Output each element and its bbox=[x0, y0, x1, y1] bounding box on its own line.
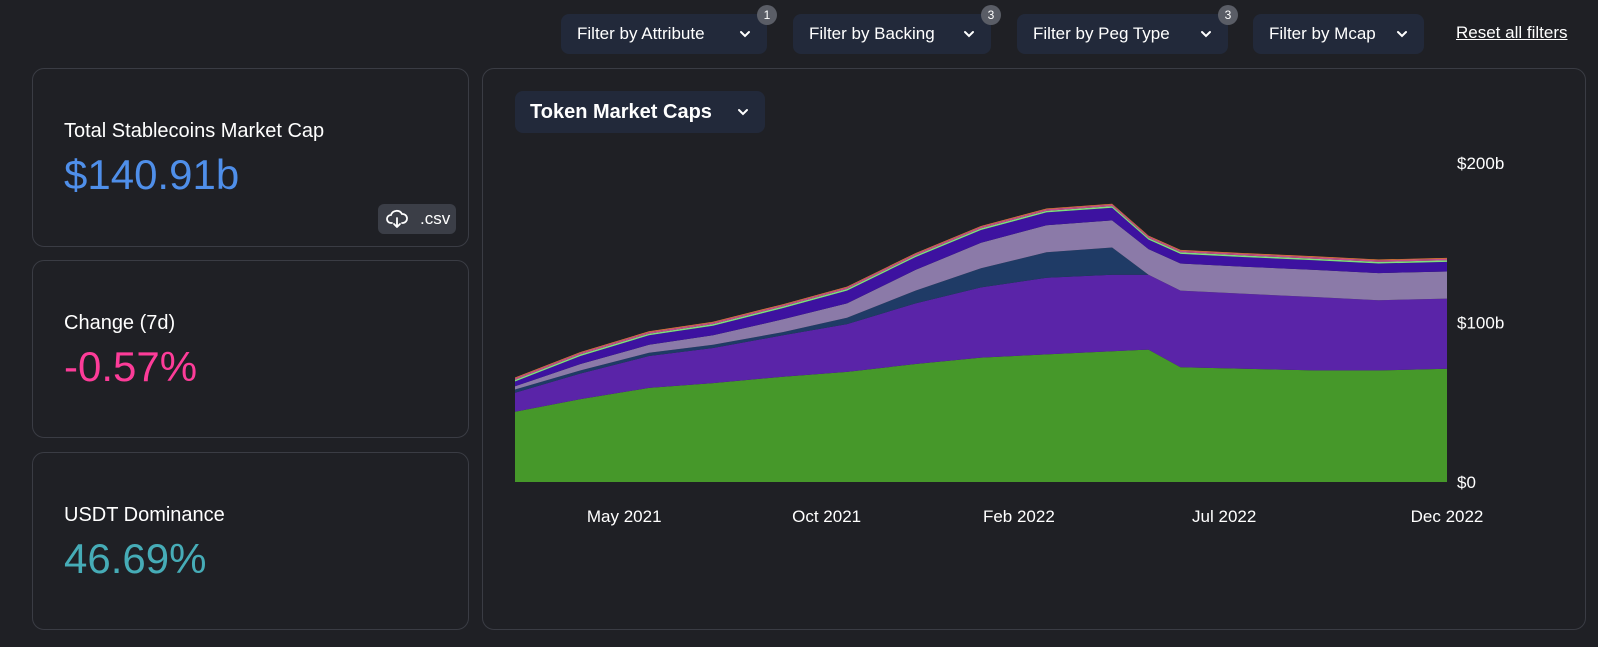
download-csv-label: .csv bbox=[420, 209, 451, 228]
usdt-dominance-value: 46.69% bbox=[64, 535, 207, 582]
x-tick-label: Feb 2022 bbox=[983, 507, 1055, 526]
y-tick-label: $100b bbox=[1457, 314, 1504, 333]
total-market-cap-card: Total Stablecoins Market Cap $140.91b .c… bbox=[32, 68, 469, 247]
filter-peg-type-label: Filter by Peg Type bbox=[1033, 24, 1170, 43]
chevron-down-icon bbox=[1201, 31, 1211, 38]
chart-type-label: Token Market Caps bbox=[530, 100, 712, 123]
cloud-download-icon bbox=[386, 209, 408, 228]
chevron-down-icon bbox=[964, 31, 974, 38]
x-tick-label: Dec 2022 bbox=[1411, 507, 1484, 526]
x-tick-label: May 2021 bbox=[587, 507, 662, 526]
chart-panel: $0 $100b $200b May 2021 Oct 2021 Feb 2022 Jul … bbox=[482, 68, 1586, 630]
total-market-cap-value: $140.91b bbox=[64, 151, 240, 198]
chevron-down-icon bbox=[738, 109, 748, 116]
filter-mcap-button[interactable]: Filter by Mcap bbox=[1253, 14, 1424, 54]
download-csv-button[interactable]: .csv bbox=[378, 204, 456, 234]
x-tick-label: Oct 2021 bbox=[792, 507, 861, 526]
chevron-down-icon bbox=[1397, 31, 1407, 38]
y-tick-label: $200b bbox=[1457, 154, 1504, 173]
filter-backing-button[interactable]: Filter by Backing 3 bbox=[793, 5, 1001, 54]
chart-type-selector[interactable]: Token Market Caps bbox=[515, 91, 765, 133]
filter-backing-label: Filter by Backing bbox=[809, 24, 935, 43]
filter-count-badge: 3 bbox=[981, 5, 1001, 25]
filter-mcap-label: Filter by Mcap bbox=[1269, 24, 1376, 43]
reset-filters-link[interactable]: Reset all filters bbox=[1456, 23, 1567, 43]
change-7d-card: Change (7d) -0.57% bbox=[32, 260, 469, 438]
total-market-cap-label: Total Stablecoins Market Cap bbox=[64, 120, 325, 142]
filter-attribute-label: Filter by Attribute bbox=[577, 24, 705, 43]
filter-peg-type-button[interactable]: Filter by Peg Type 3 bbox=[1017, 5, 1238, 54]
filter-bar: Filter by Attribute 1 Filter by Backing … bbox=[0, 5, 1598, 54]
filter-count-badge: 1 bbox=[757, 5, 777, 25]
y-tick-label: $0 bbox=[1457, 473, 1476, 492]
stacked-area-chart[interactable]: $0 $100b $200b May 2021 Oct 2021 Feb 2022 Jul … bbox=[483, 69, 1587, 631]
chevron-down-icon bbox=[740, 31, 750, 38]
change-7d-value: -0.57% bbox=[64, 343, 198, 390]
filter-count-badge: 3 bbox=[1218, 5, 1238, 25]
filter-attribute-button[interactable]: Filter by Attribute 1 bbox=[561, 5, 777, 54]
x-tick-label: Jul 2022 bbox=[1192, 507, 1256, 526]
change-7d-label: Change (7d) bbox=[64, 312, 176, 334]
usdt-dominance-card: USDT Dominance 46.69% bbox=[32, 452, 469, 630]
usdt-dominance-label: USDT Dominance bbox=[64, 504, 225, 526]
